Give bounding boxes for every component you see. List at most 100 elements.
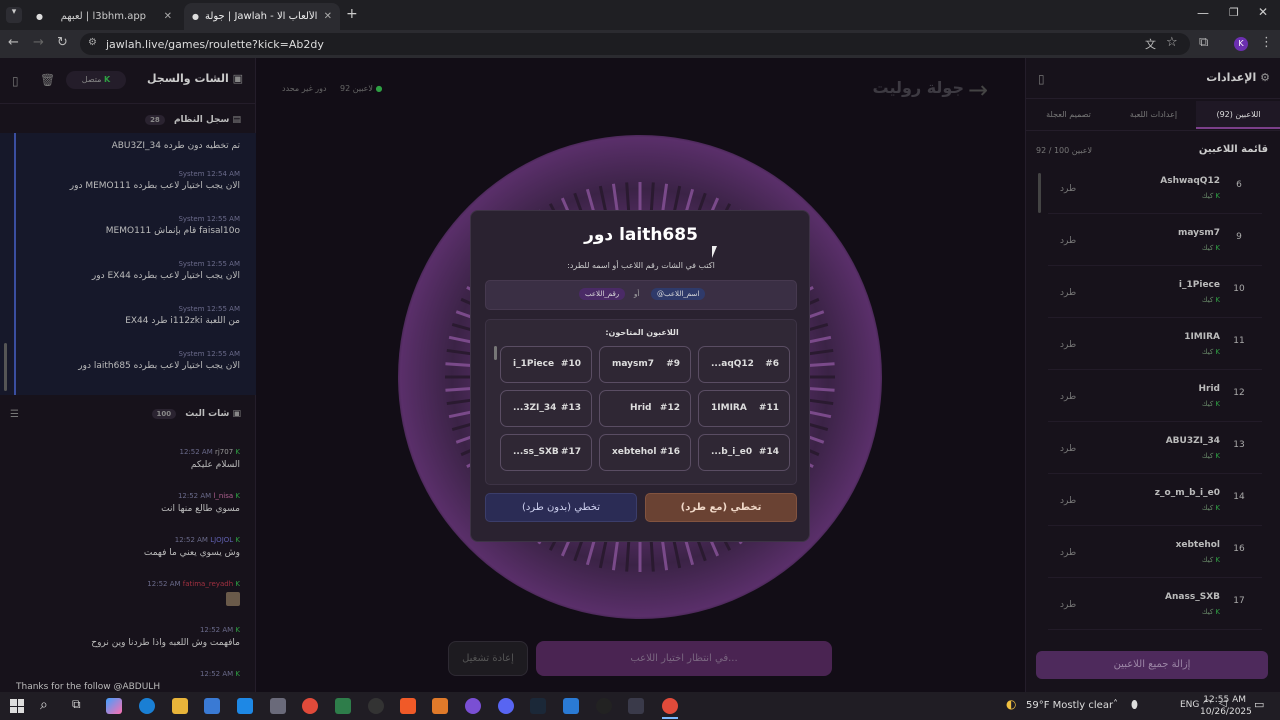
menu-icon[interactable]: ⋮ [1260,35,1273,50]
edge-icon[interactable] [139,698,155,714]
system-log-list[interactable]: ABU3ZI_34 تم تخطيه دون طرده System 12:54… [0,133,256,395]
restart-button[interactable]: إعادة تشغيل [448,641,528,676]
restore-button[interactable]: ❐ [1229,6,1239,19]
back-arrow-icon[interactable]: → [968,76,988,104]
tab-l3bhm[interactable]: ● لعبهم | l3bhm.app ✕ [28,3,180,30]
app-icon[interactable] [432,698,448,714]
tab-game-settings[interactable]: إعدادات اللعبة [1111,101,1196,129]
player-option[interactable]: #12 Hrid [599,390,691,427]
task-view-icon[interactable]: ⧉ [72,697,81,712]
status-text: كيك [1201,608,1214,616]
close-icon[interactable]: ✕ [164,11,172,22]
site-info-icon[interactable]: ⚙ [88,37,97,48]
player-name: ...aqQ12 [711,359,754,369]
start-icon[interactable] [10,699,24,713]
chrome-icon[interactable] [662,698,678,714]
live-chat-header[interactable]: ▣ شات البث 100 [151,409,241,419]
tab-wheel-design[interactable]: تصميم العجلة [1026,101,1111,129]
collapse-panel-icon[interactable]: ▯ [1038,72,1045,86]
new-tab-button[interactable]: + [346,6,358,22]
weather-text[interactable]: 59°F Mostly clear [1026,700,1113,711]
player-option[interactable]: #16 xebtehol [599,434,691,471]
steam-icon[interactable] [530,698,546,714]
file-explorer-icon[interactable] [172,698,188,714]
player-row: 11 1IMIRA كيك K طرد [1048,324,1262,370]
kick-button[interactable]: طرد [1060,444,1076,454]
resize-handle[interactable]: ☰ [10,409,19,420]
copilot-icon[interactable] [106,698,122,714]
kick-button[interactable]: طرد [1060,392,1076,402]
weather-icon[interactable]: ◐ [1006,697,1016,711]
translate-icon[interactable]: 文 [1145,36,1156,52]
app-icon[interactable] [628,698,644,714]
profile-avatar[interactable]: K [1234,37,1248,51]
player-name: i_1Piece [513,359,555,369]
tab-list-button[interactable]: ▾ [6,7,22,23]
player-option[interactable]: #14 ...b_i_e0 [698,434,790,471]
close-icon[interactable]: ✕ [324,11,332,22]
back-icon[interactable]: ← [8,35,19,50]
chrome-icon[interactable] [302,698,318,714]
player-option[interactable]: #6 ...aqQ12 [698,346,790,383]
scrollbar[interactable] [494,346,497,360]
app-icon[interactable] [465,698,481,714]
tab-favicon-icon: ● [192,12,199,21]
tab-players[interactable]: اللاعبين (92) [1196,101,1280,129]
kick-button[interactable]: طرد [1060,340,1076,350]
reload-icon[interactable]: ↻ [57,35,68,50]
app-icon[interactable] [368,698,384,714]
chevron-up-icon[interactable]: ˄ [1113,699,1118,710]
app-icon[interactable] [563,698,579,714]
kick-logo-icon: K [1215,608,1220,616]
notification-icon[interactable]: ▭ [1254,698,1264,711]
excel-icon[interactable] [335,698,351,714]
player-option[interactable]: #17 ...ss_SXB [500,434,592,471]
system-log-header[interactable]: ▤ سجل النظام 28 [145,115,241,125]
kick-button[interactable]: طرد [1060,236,1076,246]
trash-icon[interactable]: 🗑 [40,73,55,87]
waiting-button[interactable]: في انتظار اختيار اللاعب... [536,641,832,676]
address-bar[interactable]: ⚙ jawlah.live/games/roulette?kick=Ab2dy [80,33,1190,55]
kick-button[interactable]: طرد [1060,288,1076,298]
obs-icon[interactable] [596,698,612,714]
player-option[interactable]: #10 i_1Piece [500,346,592,383]
player-number: 6 [1236,180,1242,190]
kick-button[interactable]: طرد [1060,600,1076,610]
discord-icon[interactable] [498,698,514,714]
app-icon[interactable] [270,698,286,714]
skip-without-kick-button[interactable]: تخطي (بدون طرد) [485,493,637,522]
browser-tabbar: ▾ ● لعبهم | l3bhm.app ✕ ● جولة | Jawlah … [0,0,1280,30]
divider [0,103,256,104]
player-name: xebtehol [1175,540,1220,550]
log-meta: System 12:55 AM [178,350,240,358]
clock-date-text: 10/26/2025 [1200,707,1252,717]
microphone-icon[interactable]: ⬮ [1131,698,1138,712]
kick-button[interactable]: طرد [1060,548,1076,558]
search-icon[interactable]: ⌕ [40,697,48,713]
bookmark-star-icon[interactable]: ☆ [1166,35,1178,50]
chat-message: 12:52 AM fatima_reyadh K [16,580,240,606]
forward-icon[interactable]: → [33,35,44,50]
kick-button[interactable]: طرد [1060,184,1076,194]
start-tile [10,699,17,706]
store-icon[interactable] [204,698,220,714]
connection-status: متصل K [66,71,126,89]
skip-with-kick-button[interactable]: تخطي (مع طرد) [645,493,797,522]
scrollbar[interactable] [1038,173,1041,213]
mail-icon[interactable] [237,698,253,714]
player-option[interactable]: #11 1IMIRA [698,390,790,427]
brave-icon[interactable] [400,698,416,714]
minimize-button[interactable]: — [1197,6,1209,20]
close-window-button[interactable]: ✕ [1258,5,1268,19]
scrollbar[interactable] [4,343,7,391]
kick-button[interactable]: طرد [1060,496,1076,506]
extensions-icon[interactable]: ⧉ [1199,35,1208,50]
player-option[interactable]: #9 maysm7 [599,346,691,383]
tab-jawlah[interactable]: ● جولة | Jawlah - منصة الألعاب الا... ✕ [184,3,340,30]
clock[interactable]: 12:55 AM 10/26/2025 [1200,694,1252,718]
language-indicator[interactable]: ENG [1180,700,1199,710]
player-number: #6 [765,359,779,369]
collapse-panel-icon[interactable]: ▯ [12,74,19,88]
remove-all-players-button[interactable]: إزالة جميع اللاعبين [1036,651,1268,679]
player-option[interactable]: #13 ...3ZI_34 [500,390,592,427]
